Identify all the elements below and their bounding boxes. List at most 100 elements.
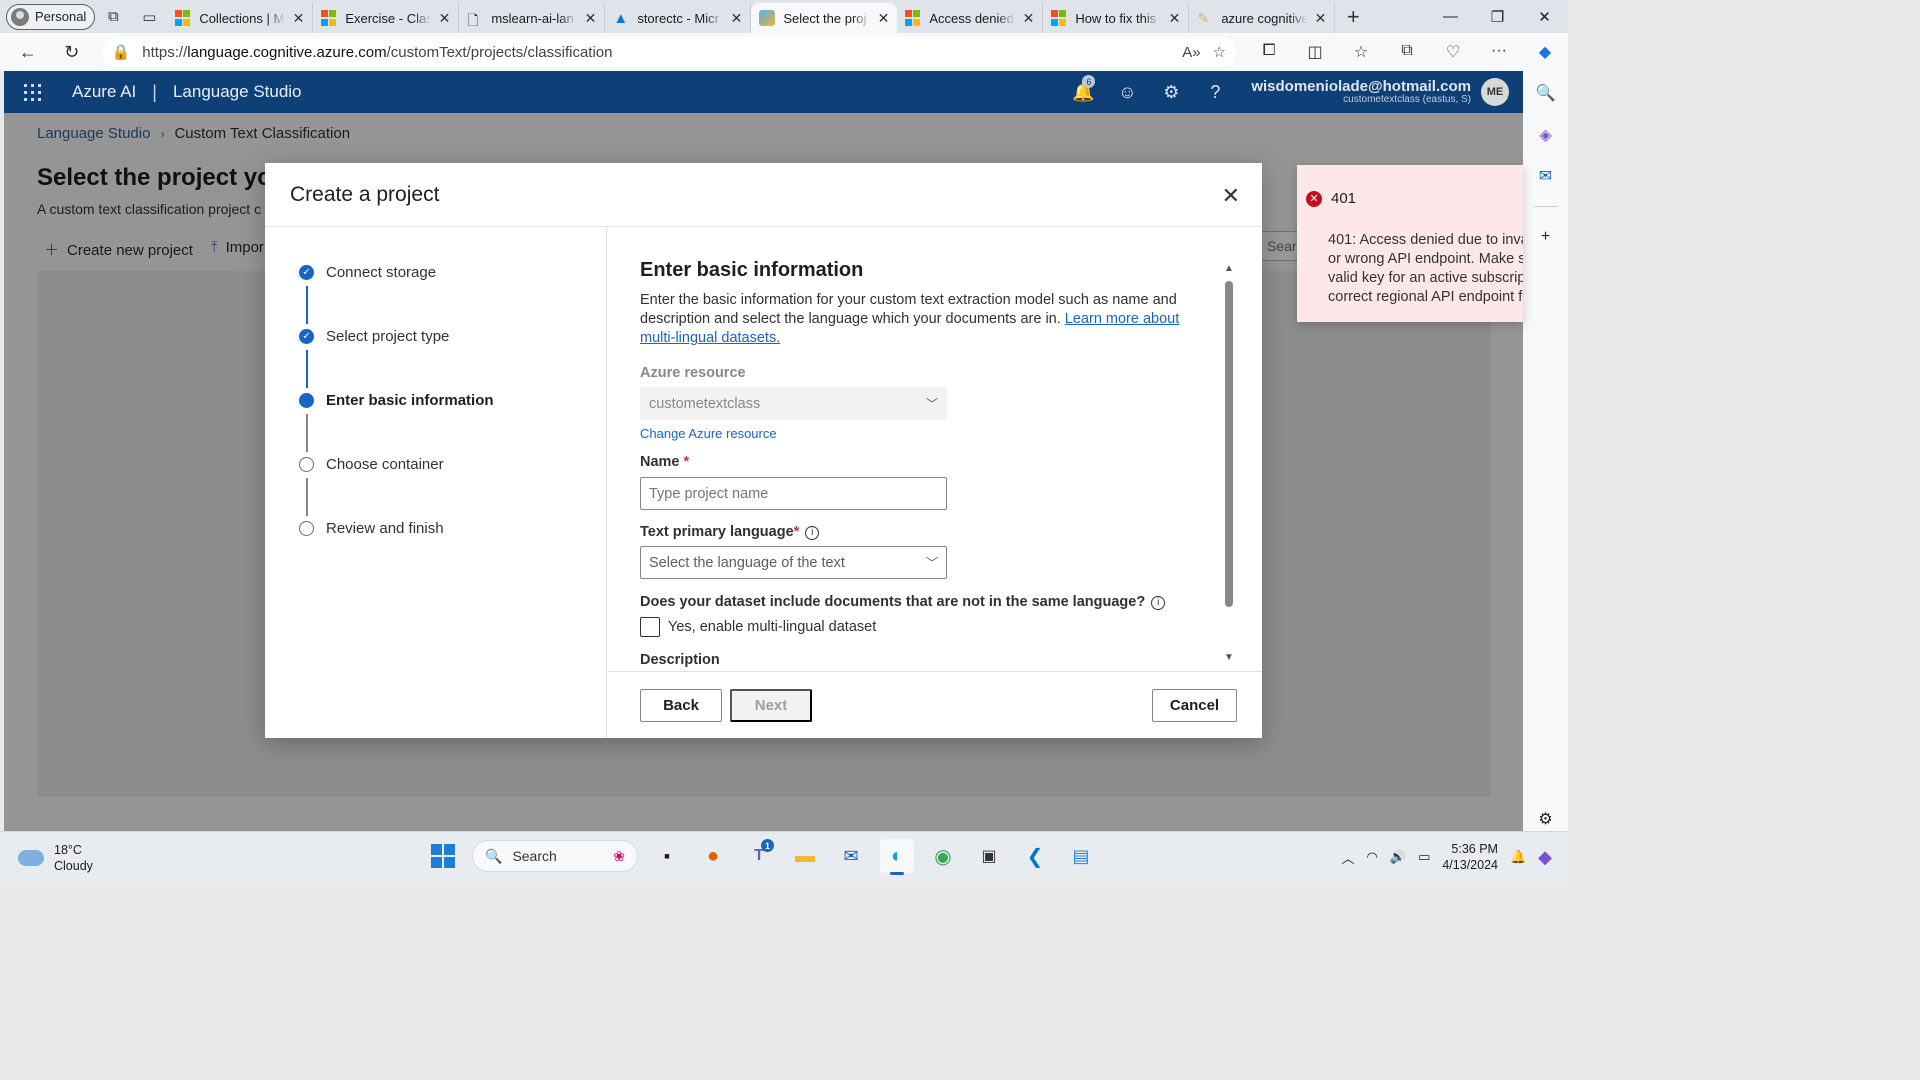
tab-close-icon[interactable]: ✕ xyxy=(439,10,451,27)
info-icon[interactable]: i xyxy=(1151,595,1166,610)
step-enter-basic-information[interactable]: Enter basic information xyxy=(299,392,494,409)
help-icon[interactable]: ? xyxy=(1193,71,1237,113)
tab-title: Access denied xyxy=(929,10,1014,26)
address-bar[interactable]: 🔒 https://language.cognitive.azure.com/c… xyxy=(101,37,1236,67)
volume-icon[interactable]: 🔊 xyxy=(1390,849,1406,865)
chrome-icon[interactable]: ◉ xyxy=(926,839,960,873)
collections-icon[interactable]: ⧉ xyxy=(1384,42,1430,62)
sidebar-copilot-icon[interactable]: ◈ xyxy=(1534,123,1558,147)
scroll-up-icon[interactable]: ▲ xyxy=(1224,263,1234,274)
tab-close-icon[interactable]: ✕ xyxy=(293,10,305,27)
tab-close-icon[interactable]: ✕ xyxy=(1169,10,1181,27)
notification-bell-icon[interactable]: 🔔 xyxy=(1510,849,1526,865)
favorites-icon[interactable]: ☆ xyxy=(1338,42,1384,62)
scroll-down-icon[interactable]: ▼ xyxy=(1224,652,1234,663)
taskbar-search[interactable]: 🔍 Search ❀ xyxy=(472,840,638,872)
browser-tab[interactable]: 🗋 mslearn-ai-lan ✕ xyxy=(459,3,606,33)
sidebar-settings-icon[interactable]: ⚙ xyxy=(1534,807,1558,831)
weather-widget[interactable]: 18°C Cloudy xyxy=(18,842,93,874)
tab-close-icon[interactable]: ✕ xyxy=(1315,10,1327,27)
notepad-icon[interactable]: ▤ xyxy=(1064,839,1098,873)
browser-tab[interactable]: ▲ storectc - Micr ✕ xyxy=(605,3,752,33)
microsoft-favicon-icon xyxy=(175,10,191,26)
more-menu-icon[interactable]: ··· xyxy=(1476,42,1522,62)
browser-tab[interactable]: How to fix this ✕ xyxy=(1043,3,1190,33)
edge-icon[interactable]: ◐ xyxy=(880,839,914,875)
start-windows-icon[interactable] xyxy=(426,839,460,873)
browser-tab[interactable]: ✎ azure cognitive ✕ xyxy=(1189,3,1336,33)
tab-close-icon[interactable]: ✕ xyxy=(585,10,597,27)
azure-favicon-icon: ▲ xyxy=(613,10,629,27)
task-view-icon[interactable]: ▪ xyxy=(650,839,684,873)
cancel-button[interactable]: Cancel xyxy=(1152,689,1237,722)
product-name[interactable]: Language Studio xyxy=(173,82,302,102)
close-icon[interactable]: ✕ xyxy=(1222,183,1240,209)
new-tab-icon[interactable]: + xyxy=(1335,4,1371,30)
notifications-icon[interactable]: 🔔 6 xyxy=(1061,71,1105,113)
battery-icon[interactable]: ▭ xyxy=(1418,849,1430,865)
browser-tab[interactable]: Exercise - Clas ✕ xyxy=(313,3,460,33)
tab-close-icon[interactable]: ✕ xyxy=(731,10,743,27)
copilot-taskbar-icon[interactable]: ◆ xyxy=(1538,847,1552,868)
split-screen-icon[interactable]: ◫ xyxy=(1292,42,1338,62)
browser-tab-active[interactable]: Select the proj ✕ xyxy=(751,3,898,33)
chevron-down-icon: ﹀ xyxy=(925,397,938,411)
back-arrow-icon[interactable]: ← xyxy=(6,35,50,69)
multilingual-checkbox[interactable] xyxy=(640,617,660,637)
restore-icon[interactable]: ❐ xyxy=(1474,0,1521,33)
browser-essentials-icon[interactable]: ♡ xyxy=(1430,42,1476,62)
extensions-icon[interactable]: ⧠ xyxy=(1246,42,1292,62)
azure-header: Azure AI | Language Studio 🔔 6 ☺ ⚙ ? wisd… xyxy=(4,71,1523,113)
step-connector xyxy=(306,350,308,388)
info-icon[interactable]: i xyxy=(805,525,820,540)
file-explorer-icon[interactable]: ▬ xyxy=(788,839,822,873)
tab-close-icon[interactable]: ✕ xyxy=(1023,10,1035,27)
minimize-icon[interactable]: — xyxy=(1427,0,1474,33)
language-dropdown[interactable]: Select the language of the text ﹀ xyxy=(640,546,947,579)
scroll-thumb[interactable] xyxy=(1225,281,1233,607)
step-select-project-type[interactable]: ✓ Select project type xyxy=(299,328,449,345)
teams-icon[interactable]: T1 xyxy=(742,839,776,873)
settings-gear-icon[interactable]: ⚙ xyxy=(1149,71,1193,113)
vscode-icon[interactable]: ❮ xyxy=(1018,839,1052,873)
wifi-icon[interactable]: ◠ xyxy=(1367,849,1378,865)
next-button[interactable]: Next xyxy=(730,689,812,722)
favorite-star-icon[interactable]: ☆ xyxy=(1213,43,1226,61)
copilot-icon[interactable]: ◆ xyxy=(1522,42,1568,62)
clock[interactable]: 5:36 PM 4/13/2024 xyxy=(1442,841,1498,873)
account-info[interactable]: wisdomeniolade@hotmail.com custometextcl… xyxy=(1251,79,1471,105)
refresh-icon[interactable]: ↻ xyxy=(50,35,94,69)
tab-close-icon[interactable]: ✕ xyxy=(878,10,890,27)
step-review-and-finish[interactable]: Review and finish xyxy=(299,520,444,537)
profile-button[interactable]: Personal xyxy=(6,3,96,30)
close-window-icon[interactable]: ✕ xyxy=(1521,0,1568,33)
sidebar-outlook-icon[interactable]: ✉ xyxy=(1534,165,1558,189)
sidebar-add-icon[interactable]: + xyxy=(1534,225,1558,249)
error-toast: ✕ 401 401: Access denied due to inva or … xyxy=(1297,165,1523,322)
show-hidden-icons-icon[interactable]: ︿ xyxy=(1342,848,1355,867)
workspaces-icon[interactable]: ⧉ xyxy=(95,3,131,31)
project-name-input[interactable] xyxy=(640,477,947,510)
form-scrollbar[interactable]: ▲ ▼ xyxy=(1222,263,1236,663)
outlook-icon[interactable]: ✉ xyxy=(834,839,868,873)
azure-ai-brand[interactable]: Azure AI xyxy=(72,82,136,102)
sidebar-divider xyxy=(1533,206,1558,208)
browser-tab[interactable]: Collections | M ✕ xyxy=(167,3,314,33)
step-connect-storage[interactable]: ✓ Connect storage xyxy=(299,264,436,281)
dialog-header: Create a project xyxy=(265,163,1262,227)
sidebar-search-icon[interactable]: 🔍 xyxy=(1534,81,1558,105)
browser-tab[interactable]: Access denied ✕ xyxy=(897,3,1044,33)
app-launcher-icon[interactable] xyxy=(4,71,60,113)
firefox-icon[interactable]: ● xyxy=(696,839,730,873)
change-azure-resource-link[interactable]: Change Azure resource xyxy=(640,426,777,441)
lock-icon[interactable]: 🔒 xyxy=(112,43,131,61)
read-aloud-icon[interactable]: A» xyxy=(1182,44,1200,61)
multilingual-checkbox-label[interactable]: Yes, enable multi-lingual dataset xyxy=(668,619,876,635)
feedback-smiley-icon[interactable]: ☺ xyxy=(1105,71,1149,113)
back-button[interactable]: Back xyxy=(640,689,722,722)
step-choose-container[interactable]: Choose container xyxy=(299,456,444,473)
tab-title: mslearn-ai-lan xyxy=(491,10,574,26)
terminal-icon[interactable]: ▣ xyxy=(972,839,1006,873)
tab-actions-icon[interactable]: ▭ xyxy=(131,3,167,31)
avatar[interactable]: ME xyxy=(1481,78,1509,106)
